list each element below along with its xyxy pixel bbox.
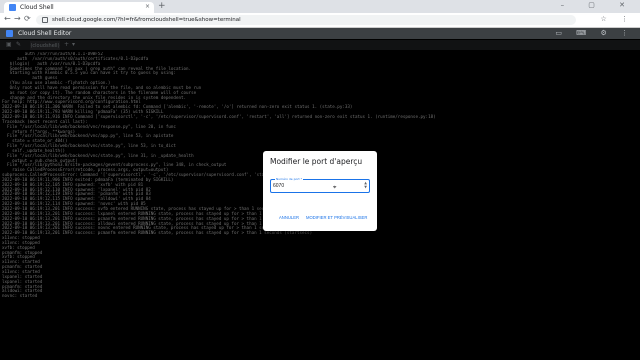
back-icon[interactable]: ← xyxy=(4,14,11,23)
header-actions[interactable]: ▭ ⌨ ⚙ ⋮ xyxy=(555,29,634,37)
cloud-shell-favicon-icon xyxy=(9,4,16,11)
port-spinner-icon[interactable]: ▲ ▼ xyxy=(364,181,367,189)
browser-tab[interactable]: Cloud Shell × xyxy=(4,2,154,13)
window-controls[interactable]: – ▢ ✕ xyxy=(561,1,636,9)
app-header: Cloud Shell Editor ▭ ⌨ ⚙ ⋮ xyxy=(0,28,640,39)
app-title: Cloud Shell Editor xyxy=(18,30,72,37)
forward-icon[interactable]: → xyxy=(14,14,21,23)
browser-tab-title: Cloud Shell xyxy=(20,4,54,11)
url-text: shell.cloud.google.com/?hl=fr&fromclouds… xyxy=(52,17,241,23)
browser-toolbar-icons[interactable]: ☆ ⋮ xyxy=(600,15,634,23)
change-and-preview-button[interactable]: MODIFIER ET PRÉVISUALISER xyxy=(306,215,367,220)
address-bar[interactable]: shell.cloud.google.com/?hl=fr&fromclouds… xyxy=(36,15,576,25)
port-number-input[interactable] xyxy=(273,182,359,190)
cancel-button[interactable]: ANNULER xyxy=(279,215,299,220)
new-tab-button[interactable]: + xyxy=(158,1,166,11)
change-preview-port-dialog: Modifier le port d'aperçu Numéro de port… xyxy=(263,151,377,231)
close-tab-icon[interactable]: × xyxy=(145,3,150,10)
cloud-shell-logo-icon xyxy=(6,30,13,37)
browser-tab-strip: Cloud Shell × + – ▢ ✕ xyxy=(0,0,640,13)
port-number-label: Numéro de port * xyxy=(275,177,304,181)
mouse-cursor-icon: ⌖ xyxy=(333,184,337,191)
dialog-title: Modifier le port d'aperçu xyxy=(270,157,363,166)
reload-icon[interactable]: ⟳ xyxy=(24,14,31,23)
browser-toolbar: ← → ⟳ shell.cloud.google.com/?hl=fr&from… xyxy=(0,13,640,28)
port-number-field[interactable]: Numéro de port * ▲▼ xyxy=(270,177,370,193)
lock-icon xyxy=(42,17,48,23)
